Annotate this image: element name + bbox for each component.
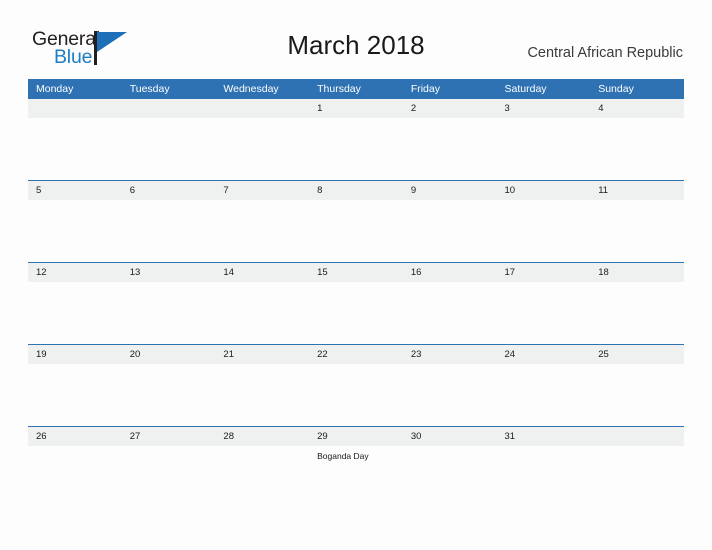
calendar-day-cell[interactable]: 16	[402, 262, 497, 345]
day-number: 19	[28, 345, 122, 364]
calendar-empty-cell	[590, 426, 684, 508]
calendar-day-cell[interactable]: 22	[309, 344, 403, 427]
day-number: 30	[402, 427, 497, 446]
calendar-week-row: 1234	[28, 99, 684, 181]
calendar-day-cell[interactable]: 3	[496, 99, 591, 181]
weekday-header-sunday: Sunday	[590, 79, 684, 99]
day-number	[590, 427, 684, 446]
day-number: 2	[402, 99, 497, 118]
day-number: 20	[121, 345, 216, 364]
calendar-day-cell[interactable]: 20	[121, 344, 216, 427]
calendar-day-cell[interactable]: 7	[215, 180, 310, 263]
page-header: General Blue March 2018 Central African …	[0, 0, 712, 66]
day-number: 24	[496, 345, 591, 364]
calendar-week-row: 26 27 28 29 Boganda Day 30 31	[28, 426, 684, 508]
calendar-empty-cell	[121, 99, 216, 181]
calendar-day-cell[interactable]: 1	[309, 99, 403, 181]
calendar-day-cell[interactable]: 21	[215, 344, 310, 427]
day-number: 5	[28, 181, 122, 200]
calendar-day-cell[interactable]: 14	[215, 262, 310, 345]
calendar-day-cell[interactable]: 25	[590, 344, 684, 427]
calendar-day-cell[interactable]: 5	[28, 180, 122, 263]
day-number: 4	[590, 99, 684, 118]
day-number: 14	[215, 263, 310, 282]
day-number: 11	[590, 181, 684, 200]
day-number: 15	[309, 263, 403, 282]
calendar-container: Monday Tuesday Wednesday Thursday Friday…	[28, 79, 684, 508]
weekday-header-wednesday: Wednesday	[215, 79, 310, 99]
calendar-day-cell[interactable]: 10	[496, 180, 591, 263]
calendar-day-cell[interactable]: 31	[496, 426, 591, 508]
calendar-day-cell[interactable]: 2	[402, 99, 497, 181]
calendar-empty-cell	[215, 99, 310, 181]
day-number: 28	[215, 427, 310, 446]
calendar-day-cell[interactable]: 27	[121, 426, 216, 508]
day-number: 25	[590, 345, 684, 364]
calendar-day-cell[interactable]: 8	[309, 180, 403, 263]
calendar-day-cell[interactable]: 28	[215, 426, 310, 508]
day-number: 31	[496, 427, 591, 446]
weekday-header-saturday: Saturday	[496, 79, 591, 99]
day-number	[121, 99, 216, 118]
day-number: 26	[28, 427, 122, 446]
calendar-week-row: 5 6 7 8 9 10 11	[28, 180, 684, 263]
calendar-page: General Blue March 2018 Central African …	[0, 0, 712, 550]
calendar-day-cell[interactable]: 6	[121, 180, 216, 263]
calendar-table: Monday Tuesday Wednesday Thursday Friday…	[28, 79, 684, 508]
day-number: 17	[496, 263, 591, 282]
day-number: 7	[215, 181, 310, 200]
calendar-day-cell[interactable]: 19	[28, 344, 122, 427]
calendar-day-cell[interactable]: 13	[121, 262, 216, 345]
day-number: 23	[402, 345, 497, 364]
day-number: 9	[402, 181, 497, 200]
day-number: 27	[121, 427, 216, 446]
day-number	[215, 99, 310, 118]
calendar-header-row-group: Monday Tuesday Wednesday Thursday Friday…	[28, 79, 684, 99]
calendar-day-cell[interactable]: 18	[590, 262, 684, 345]
country-label: Central African Republic	[527, 45, 683, 61]
day-number: 6	[121, 181, 216, 200]
calendar-empty-cell	[28, 99, 122, 181]
calendar-body: 1 2 3 4 5 6 7 8 9 10 11 12 13 14 15 16 17 18 19 20 21 22 23 24 2…	[28, 99, 684, 508]
day-number	[28, 99, 122, 118]
day-number: 1	[309, 99, 403, 118]
weekday-header-thursday: Thursday	[309, 79, 403, 99]
weekday-header-monday: Monday	[28, 79, 122, 99]
holiday-label: Boganda Day	[317, 451, 369, 461]
weekday-header-tuesday: Tuesday	[121, 79, 216, 99]
calendar-day-cell[interactable]: 15	[309, 262, 403, 345]
weekday-header-friday: Friday	[402, 79, 497, 99]
day-number: 10	[496, 181, 591, 200]
day-number: 21	[215, 345, 310, 364]
calendar-day-cell[interactable]: 17	[496, 262, 591, 345]
calendar-week-row: 19 20 21 22 23 24 25	[28, 344, 684, 427]
calendar-day-cell[interactable]: 24	[496, 344, 591, 427]
day-number: 12	[28, 263, 122, 282]
calendar-day-cell[interactable]: 29 Boganda Day	[309, 426, 403, 508]
calendar-week-row: 12 13 14 15 16 17 18	[28, 262, 684, 345]
day-number: 29	[309, 427, 403, 446]
weekday-header-row: Monday Tuesday Wednesday Thursday Friday…	[28, 79, 684, 99]
calendar-day-cell[interactable]: 26	[28, 426, 122, 508]
calendar-day-cell[interactable]: 12	[28, 262, 122, 345]
day-number: 18	[590, 263, 684, 282]
calendar-day-cell[interactable]: 11	[590, 180, 684, 263]
day-number: 8	[309, 181, 403, 200]
calendar-day-cell[interactable]: 9	[402, 180, 497, 263]
calendar-day-cell[interactable]: 30	[402, 426, 497, 508]
day-number: 13	[121, 263, 216, 282]
day-number: 16	[402, 263, 497, 282]
day-number: 3	[496, 99, 591, 118]
calendar-day-cell[interactable]: 23	[402, 344, 497, 427]
calendar-day-cell[interactable]: 4	[590, 99, 684, 181]
day-number: 22	[309, 345, 403, 364]
